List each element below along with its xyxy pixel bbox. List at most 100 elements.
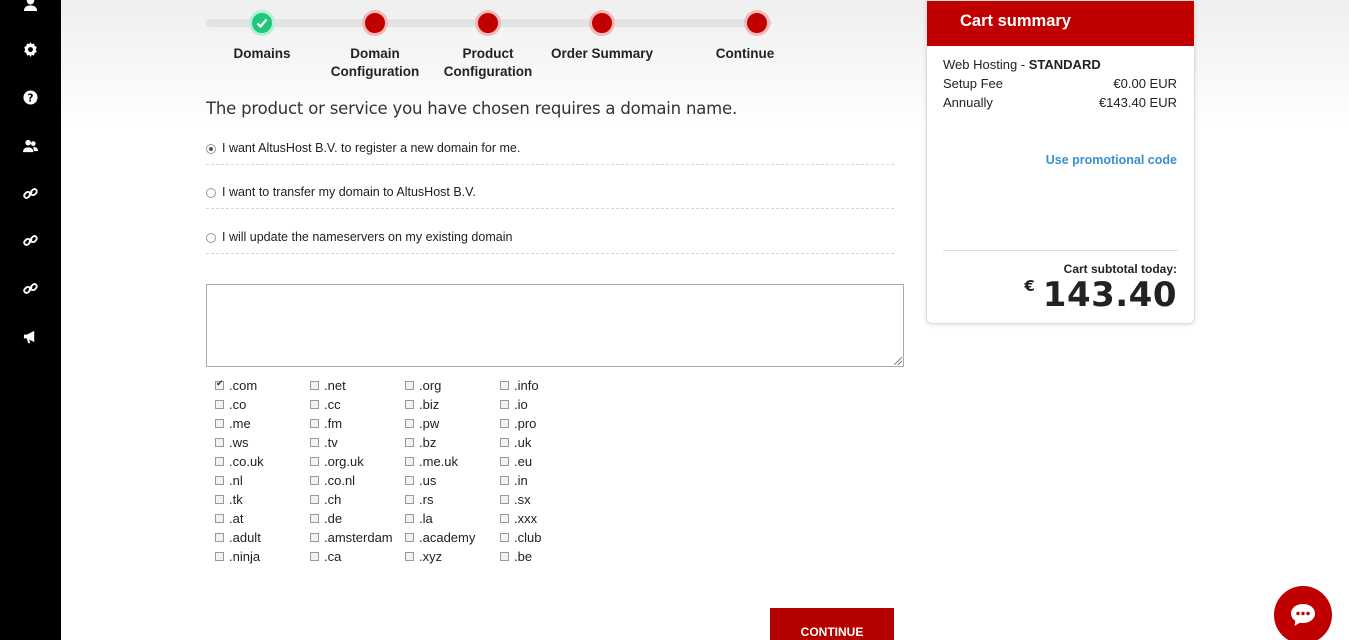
radio-update-nameservers[interactable] <box>206 233 216 243</box>
tld-option[interactable]: .sx <box>500 490 531 509</box>
tld-checkbox[interactable] <box>405 552 414 561</box>
tld-option[interactable]: .fm <box>310 414 342 433</box>
tld-option[interactable]: .rs <box>405 490 433 509</box>
tld-option[interactable]: .at <box>215 509 243 528</box>
tld-option[interactable]: .nl <box>215 471 243 490</box>
user-icon[interactable] <box>0 0 61 15</box>
option-transfer-domain[interactable]: I want to transfer my domain to AltusHos… <box>206 185 894 209</box>
tld-option[interactable]: .ch <box>310 490 341 509</box>
tld-option[interactable]: .adult <box>215 528 261 547</box>
tld-option[interactable]: .amsterdam <box>310 528 393 547</box>
tld-option[interactable]: .me <box>215 414 251 433</box>
tld-checkbox[interactable] <box>500 552 509 561</box>
tld-checkbox[interactable] <box>500 400 509 409</box>
resize-grip-icon[interactable] <box>894 357 902 365</box>
tld-option[interactable]: .com <box>215 376 257 395</box>
domain-search-textarea[interactable] <box>206 284 904 367</box>
tld-checkbox[interactable] <box>500 533 509 542</box>
tld-checkbox[interactable] <box>215 400 224 409</box>
tld-checkbox[interactable] <box>310 514 319 523</box>
tld-option[interactable]: .ninja <box>215 547 260 566</box>
tld-option[interactable]: .de <box>310 509 342 528</box>
tld-checkbox[interactable] <box>310 419 319 428</box>
option-update-nameservers[interactable]: I will update the nameservers on my exis… <box>206 230 894 254</box>
tld-checkbox[interactable] <box>310 457 319 466</box>
tld-option[interactable]: .uk <box>500 433 531 452</box>
tld-checkbox[interactable] <box>405 419 414 428</box>
tld-option[interactable]: .pw <box>405 414 439 433</box>
tld-option[interactable]: .co.uk <box>215 452 264 471</box>
option-register-new-domain[interactable]: I want AltusHost B.V. to register a new … <box>206 141 894 165</box>
megaphone-icon[interactable] <box>0 324 61 348</box>
link-icon[interactable] <box>0 276 61 300</box>
tld-checkbox[interactable] <box>215 419 224 428</box>
live-chat-button[interactable] <box>1274 586 1332 640</box>
users-icon[interactable] <box>0 133 61 157</box>
tld-checkbox[interactable] <box>500 476 509 485</box>
link-icon[interactable] <box>0 228 61 252</box>
tld-checkbox[interactable] <box>500 514 509 523</box>
tld-checkbox[interactable] <box>310 533 319 542</box>
tld-checkbox[interactable] <box>215 438 224 447</box>
tld-checkbox[interactable] <box>405 438 414 447</box>
tld-option[interactable]: .la <box>405 509 433 528</box>
tld-checkbox[interactable] <box>310 438 319 447</box>
tld-option[interactable]: .co <box>215 395 246 414</box>
tld-option[interactable]: .info <box>500 376 539 395</box>
tld-checkbox[interactable] <box>215 533 224 542</box>
tld-option[interactable]: .net <box>310 376 346 395</box>
tld-checkbox[interactable] <box>500 419 509 428</box>
tld-option[interactable]: .tv <box>310 433 338 452</box>
tld-option[interactable]: .bz <box>405 433 436 452</box>
tld-checkbox[interactable] <box>215 495 224 504</box>
tld-checkbox[interactable] <box>215 457 224 466</box>
tld-option[interactable]: .ca <box>310 547 341 566</box>
radio-transfer-domain[interactable] <box>206 188 216 198</box>
continue-button[interactable]: CONTINUE <box>770 608 894 640</box>
tld-checkbox[interactable] <box>500 381 509 390</box>
tld-checkbox[interactable] <box>405 381 414 390</box>
option-label: I want AltusHost B.V. to register a new … <box>222 141 521 155</box>
tld-option[interactable]: .in <box>500 471 528 490</box>
radio-register-new-domain[interactable] <box>206 144 216 154</box>
tld-checkbox[interactable] <box>500 495 509 504</box>
help-icon[interactable]: ? <box>0 85 61 109</box>
tld-option[interactable]: .org.uk <box>310 452 364 471</box>
promo-code-link[interactable]: Use promotional code <box>1046 153 1177 167</box>
tld-option[interactable]: .eu <box>500 452 532 471</box>
tld-checkbox[interactable] <box>310 476 319 485</box>
tld-option[interactable]: .club <box>500 528 541 547</box>
tld-option[interactable]: .org <box>405 376 441 395</box>
tld-option[interactable]: .academy <box>405 528 475 547</box>
tld-option[interactable]: .be <box>500 547 532 566</box>
tld-checkbox[interactable] <box>310 495 319 504</box>
tld-checkbox[interactable] <box>405 457 414 466</box>
tld-option[interactable]: .ws <box>215 433 249 452</box>
tld-option[interactable]: .tk <box>215 490 243 509</box>
tld-checkbox[interactable] <box>310 400 319 409</box>
tld-option[interactable]: .me.uk <box>405 452 458 471</box>
tld-checkbox[interactable] <box>310 381 319 390</box>
tld-checkbox[interactable] <box>215 476 224 485</box>
tld-option[interactable]: .io <box>500 395 528 414</box>
tld-checkbox[interactable] <box>215 378 224 390</box>
tld-checkbox[interactable] <box>405 514 414 523</box>
link-icon[interactable] <box>0 181 61 205</box>
tld-checkbox[interactable] <box>500 438 509 447</box>
tld-checkbox[interactable] <box>215 552 224 561</box>
tld-option[interactable]: .pro <box>500 414 536 433</box>
tld-option[interactable]: .cc <box>310 395 341 414</box>
tld-checkbox[interactable] <box>215 514 224 523</box>
gear-icon[interactable] <box>0 37 61 61</box>
tld-option[interactable]: .us <box>405 471 436 490</box>
tld-option[interactable]: .biz <box>405 395 439 414</box>
tld-checkbox[interactable] <box>405 533 414 542</box>
tld-option[interactable]: .co.nl <box>310 471 355 490</box>
tld-checkbox[interactable] <box>405 495 414 504</box>
tld-checkbox[interactable] <box>500 457 509 466</box>
tld-checkbox[interactable] <box>405 476 414 485</box>
tld-option[interactable]: .xyz <box>405 547 442 566</box>
tld-checkbox[interactable] <box>405 400 414 409</box>
tld-option[interactable]: .xxx <box>500 509 537 528</box>
tld-checkbox[interactable] <box>310 552 319 561</box>
